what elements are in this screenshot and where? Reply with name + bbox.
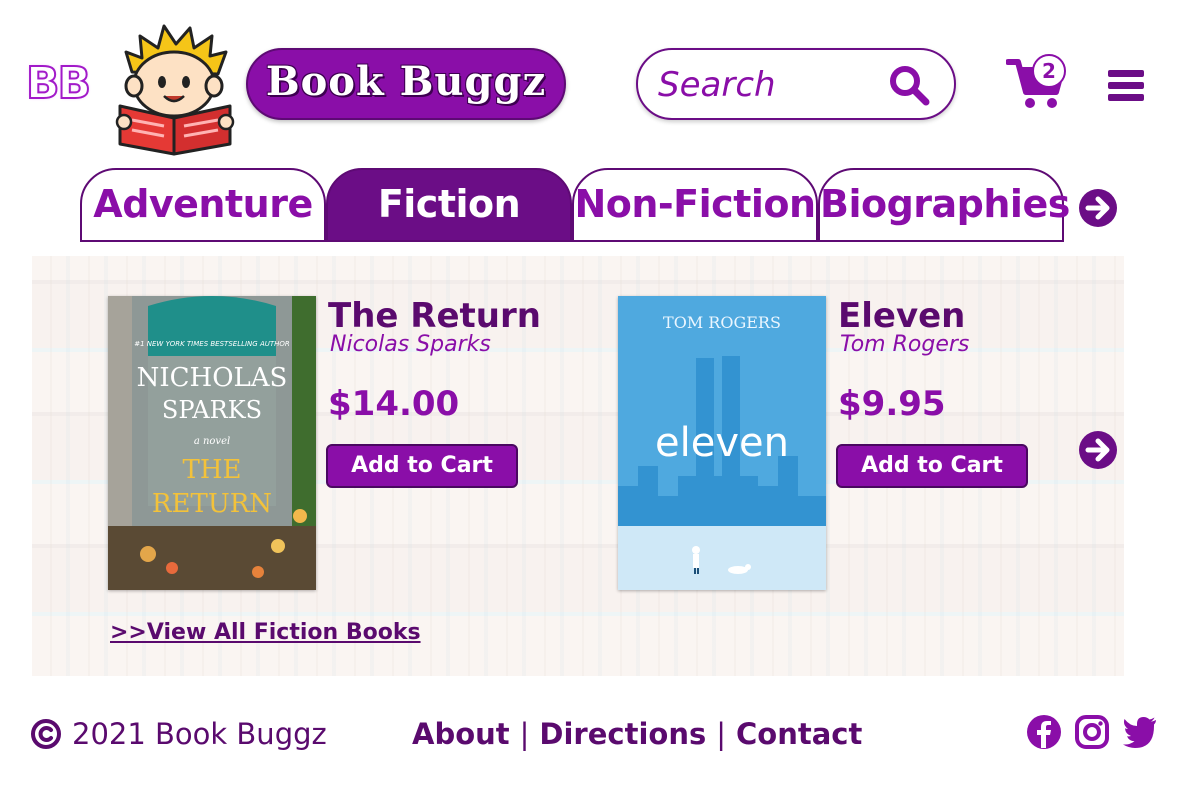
tab-label: Biographies: [820, 182, 1070, 226]
cover-title: eleven: [655, 420, 789, 466]
tab-label: Fiction: [377, 182, 521, 226]
cover-author: TOM ROGERS: [663, 313, 781, 332]
search-icon[interactable]: [888, 64, 930, 106]
featured-books-carousel: #1 NEW YORK TIMES BESTSELLING AUTHOR NIC…: [32, 256, 1124, 676]
footer-nav: About | Directions | Contact: [412, 714, 862, 754]
footer-link-about[interactable]: About: [412, 717, 510, 751]
facebook-icon[interactable]: [1026, 714, 1062, 750]
cover-author: SPARKS: [162, 396, 262, 424]
brand-title: Book Buggz: [265, 58, 547, 105]
cart-count-badge: 2: [1032, 54, 1066, 88]
arrow-right-circle-icon[interactable]: [1078, 188, 1118, 228]
separator: |: [716, 717, 727, 751]
footer-link-directions[interactable]: Directions: [539, 717, 706, 751]
cover-tagline: #1 NEW YORK TIMES BESTSELLING AUTHOR: [134, 340, 290, 348]
tab-non-fiction[interactable]: Non-Fiction: [572, 168, 818, 242]
instagram-icon[interactable]: [1074, 714, 1110, 750]
tab-adventure[interactable]: Adventure: [80, 168, 326, 242]
tab-label: Non-Fiction: [574, 182, 816, 226]
cover-title: RETURN: [152, 489, 272, 519]
copyright-text: 2021 Book Buggz: [72, 717, 327, 751]
product-title[interactable]: Eleven: [838, 296, 965, 336]
product-price: $14.00: [328, 384, 460, 424]
tab-fiction[interactable]: Fiction: [326, 168, 572, 242]
cover-subtitle: a novel: [194, 436, 230, 447]
tab-biographies[interactable]: Biographies: [818, 168, 1070, 242]
arrow-right-circle-icon[interactable]: [1078, 430, 1118, 470]
view-all-fiction-link[interactable]: >>View All Fiction Books: [110, 620, 421, 645]
category-tabs: Adventure Fiction Non-Fiction Biographie…: [80, 168, 1070, 242]
separator: |: [519, 717, 530, 751]
twitter-icon[interactable]: [1122, 714, 1158, 750]
product-card: #1 NEW YORK TIMES BESTSELLING AUTHOR NIC…: [108, 296, 541, 596]
cover-title: THE: [183, 455, 242, 485]
book-cover-eleven[interactable]: TOM ROGERS eleven: [618, 296, 826, 590]
copyright-notice: 2021 Book Buggz: [30, 714, 327, 754]
search-bar: [636, 48, 956, 120]
copyright-icon: [31, 719, 61, 749]
product-title[interactable]: The Return: [328, 296, 541, 336]
tab-label: Adventure: [93, 182, 313, 226]
cover-author: NICHOLAS: [137, 363, 288, 393]
book-cover-the-return[interactable]: #1 NEW YORK TIMES BESTSELLING AUTHOR NIC…: [108, 296, 316, 590]
search-input[interactable]: [658, 62, 878, 108]
product-author: Nicolas Sparks: [330, 332, 491, 357]
hamburger-menu-icon[interactable]: [1108, 70, 1144, 102]
add-to-cart-button[interactable]: Add to Cart: [326, 444, 518, 488]
brand-monogram[interactable]: BB: [25, 61, 92, 107]
product-card: TOM ROGERS eleven Eleven Tom Rogers $9.9…: [618, 296, 1038, 596]
product-author: Tom Rogers: [840, 332, 970, 357]
footer-link-contact[interactable]: Contact: [736, 717, 862, 751]
social-links: [1026, 714, 1158, 750]
brand-banner[interactable]: Book Buggz: [246, 48, 566, 120]
reading-boy-logo-icon: [115, 24, 235, 156]
product-price: $9.95: [838, 384, 946, 424]
add-to-cart-button[interactable]: Add to Cart: [836, 444, 1028, 488]
